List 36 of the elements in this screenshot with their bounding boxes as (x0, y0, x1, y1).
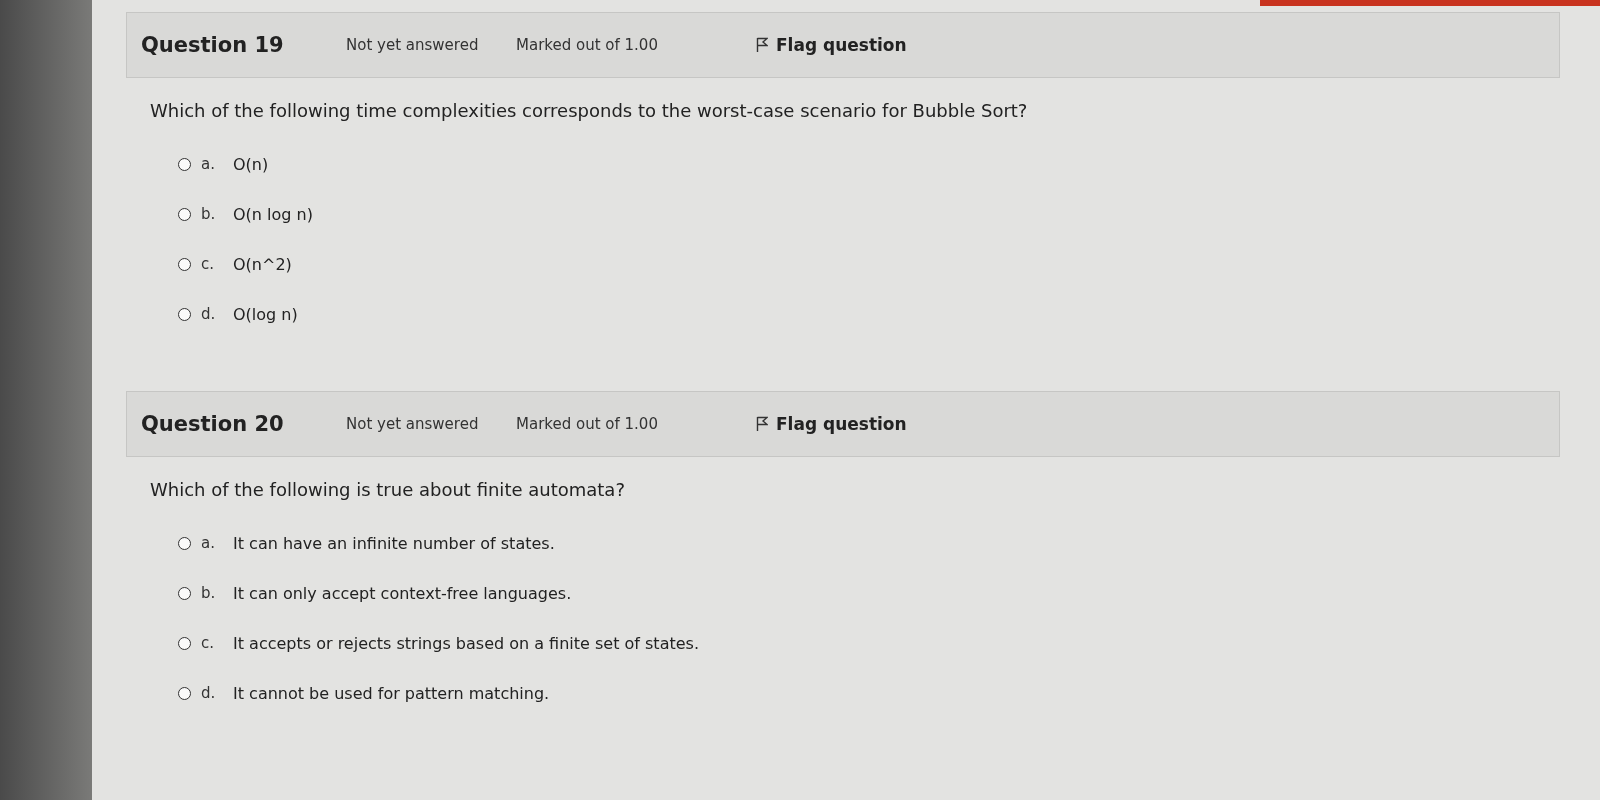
radio-button[interactable] (178, 686, 191, 700)
option-text[interactable]: It can only accept context-free languages. (233, 583, 572, 603)
question-text: Which of the following time complexities corresponds to the worst-case scenario for Bubble Sort? (150, 100, 1029, 121)
question-marks: Marked out of 1.00 (516, 415, 659, 433)
radio-button[interactable] (178, 257, 191, 271)
option-text[interactable]: It can have an infinite number of states. (233, 533, 555, 553)
flag-question-link[interactable]: Flag question (756, 414, 907, 434)
question-marks: Marked out of 1.00 (516, 36, 659, 54)
radio-button[interactable] (178, 636, 191, 650)
option-text[interactable]: O(n^2) (233, 254, 292, 274)
option-letter: a. (201, 155, 216, 173)
option-text[interactable]: O(n log n) (233, 204, 313, 224)
radio-button[interactable] (178, 536, 191, 550)
flag-icon (756, 37, 768, 53)
question-text: Which of the following is true about finite automata? (150, 479, 626, 500)
question-status: Not yet answered (346, 36, 480, 54)
radio-button[interactable] (178, 586, 191, 600)
flag-icon (756, 416, 768, 432)
question-number: Question 19 (141, 33, 285, 57)
option-letter: c. (201, 634, 215, 652)
question-status: Not yet answered (346, 415, 480, 433)
radio-button[interactable] (178, 307, 191, 321)
option-letter: b. (201, 205, 217, 223)
option-text[interactable]: O(n) (233, 154, 269, 174)
option-letter: a. (201, 534, 216, 552)
option-text[interactable]: It accepts or rejects strings based on a finite set of states. (233, 633, 699, 653)
option-letter: d. (201, 305, 217, 323)
radio-button[interactable] (178, 157, 191, 171)
option-text[interactable]: It cannot be used for pattern matching. (233, 683, 550, 703)
radio-button[interactable] (178, 207, 191, 221)
flag-question-link[interactable]: Flag question (756, 35, 907, 55)
option-letter: d. (201, 684, 217, 702)
question-number: Question 20 (141, 412, 285, 436)
option-letter: b. (201, 584, 217, 602)
option-text[interactable]: O(log n) (233, 304, 298, 324)
option-letter: c. (201, 255, 215, 273)
